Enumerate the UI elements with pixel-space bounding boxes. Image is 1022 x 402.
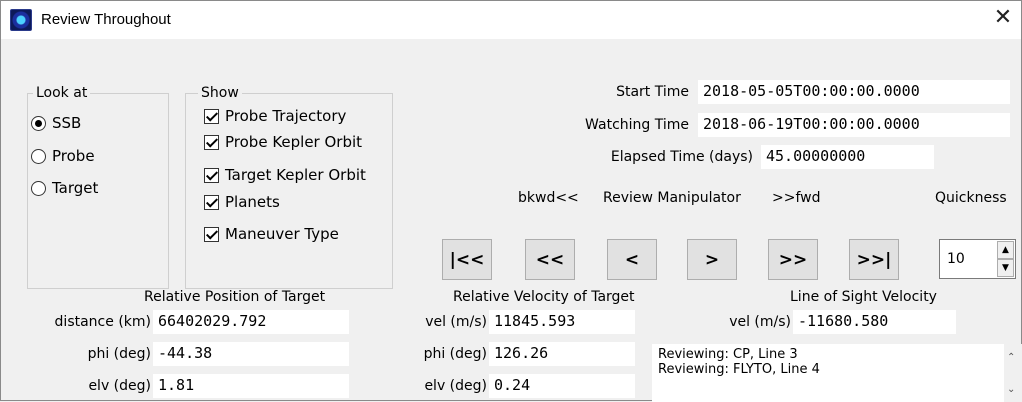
- start-time-field[interactable]: 2018-05-05T00:00:00.0000: [698, 80, 1010, 104]
- back-button[interactable]: <: [607, 239, 657, 280]
- target-kepler-orbit-checkbox[interactable]: [204, 167, 219, 183]
- quickness-value[interactable]: 10: [947, 251, 965, 267]
- velocity-vel-label: vel (m/s): [425, 314, 487, 330]
- last-button[interactable]: >>|: [849, 239, 899, 280]
- probe-label: Probe: [52, 147, 95, 165]
- first-button[interactable]: |<<: [442, 239, 492, 280]
- los-vel-label: vel (m/s): [729, 314, 791, 330]
- relative-velocity-heading: Relative Velocity of Target: [453, 289, 635, 305]
- review-manipulator-label: Review Manipulator: [603, 190, 741, 206]
- scroll-down-icon[interactable]: ⌄: [1007, 384, 1015, 395]
- target-label: Target: [52, 179, 99, 197]
- show-probe-kepler-orbit[interactable]: Probe Kepler Orbit: [204, 133, 362, 151]
- velocity-phi-field[interactable]: 126.26: [489, 342, 635, 366]
- los-vel-field[interactable]: -11680.580: [793, 310, 956, 334]
- velocity-elv-label: elv (deg): [424, 378, 487, 394]
- distance-label: distance (km): [54, 314, 151, 330]
- show-planets[interactable]: Planets: [204, 193, 280, 211]
- quickness-stepper[interactable]: 10 ▲ ▼: [939, 239, 1016, 279]
- velocity-phi-label: phi (deg): [423, 346, 487, 362]
- forward-button[interactable]: >: [687, 239, 737, 280]
- window-title: Review Throughout: [41, 11, 171, 28]
- log-line: Reviewing: CP, Line 3: [658, 347, 798, 362]
- position-phi-label: phi (deg): [87, 346, 151, 362]
- elapsed-time-label: Elapsed Time (days): [610, 149, 753, 165]
- show-target-kepler-orbit[interactable]: Target Kepler Orbit: [204, 166, 366, 184]
- spin-up-icon[interactable]: ▲: [997, 241, 1014, 259]
- velocity-elv-field[interactable]: 0.24: [489, 374, 635, 398]
- elapsed-time-field[interactable]: 45.00000000: [761, 145, 934, 169]
- spin-down-icon[interactable]: ▼: [997, 259, 1014, 277]
- planets-label: Planets: [225, 193, 280, 211]
- fast-back-button[interactable]: <<: [525, 239, 575, 280]
- fwd-label: >>fwd: [772, 190, 821, 206]
- distance-field[interactable]: 66402029.792: [153, 310, 349, 334]
- watching-time-field[interactable]: 2018-06-19T00:00:00.0000: [698, 113, 1010, 137]
- show-probe-trajectory[interactable]: Probe Trajectory: [204, 107, 346, 125]
- show-legend: Show: [198, 85, 242, 101]
- log-line: Reviewing: FLYTO, Line 4: [658, 362, 820, 377]
- maneuver-type-checkbox[interactable]: [204, 226, 219, 242]
- position-phi-field[interactable]: -44.38: [153, 342, 349, 366]
- look-at-option-probe[interactable]: Probe: [31, 147, 95, 165]
- review-log[interactable]: Reviewing: CP, Line 3 Reviewing: FLYTO, L…: [652, 344, 1004, 402]
- review-throughout-window: Review Throughout ✕ Look at SSB Probe Ta…: [0, 0, 1022, 402]
- target-radio[interactable]: [31, 180, 46, 196]
- show-maneuver-type[interactable]: Maneuver Type: [204, 225, 339, 243]
- planets-checkbox[interactable]: [204, 194, 219, 210]
- probe-kepler-orbit-label: Probe Kepler Orbit: [225, 133, 363, 151]
- maneuver-type-label: Maneuver Type: [225, 225, 339, 243]
- line-of-sight-heading: Line of Sight Velocity: [790, 289, 937, 305]
- scroll-up-icon[interactable]: ⌃: [1007, 352, 1015, 363]
- position-elv-label: elv (deg): [88, 378, 151, 394]
- fast-forward-button[interactable]: >>: [768, 239, 818, 280]
- ssb-radio[interactable]: [31, 115, 46, 131]
- title-bar[interactable]: Review Throughout ✕: [1, 1, 1021, 39]
- relative-position-heading: Relative Position of Target: [144, 289, 326, 305]
- quickness-label: Quickness: [935, 190, 1007, 206]
- close-button[interactable]: ✕: [989, 5, 1017, 33]
- watching-time-label: Watching Time: [585, 117, 689, 133]
- velocity-vel-field[interactable]: 11845.593: [489, 310, 635, 334]
- probe-kepler-orbit-checkbox[interactable]: [204, 134, 219, 150]
- probe-trajectory-label: Probe Trajectory: [225, 107, 347, 125]
- probe-radio[interactable]: [31, 148, 46, 164]
- look-at-option-ssb[interactable]: SSB: [31, 114, 81, 132]
- log-scrollbar[interactable]: ⌃ ⌄: [1004, 344, 1022, 402]
- app-icon: [10, 9, 32, 31]
- probe-trajectory-checkbox[interactable]: [204, 108, 219, 124]
- start-time-label: Start Time: [616, 84, 689, 100]
- target-kepler-orbit-label: Target Kepler Orbit: [225, 166, 366, 184]
- bkwd-label: bkwd<<: [518, 190, 579, 206]
- ssb-label: SSB: [52, 114, 82, 132]
- look-at-option-target[interactable]: Target: [31, 179, 98, 197]
- position-elv-field[interactable]: 1.81: [153, 374, 349, 398]
- look-at-legend: Look at: [33, 85, 91, 101]
